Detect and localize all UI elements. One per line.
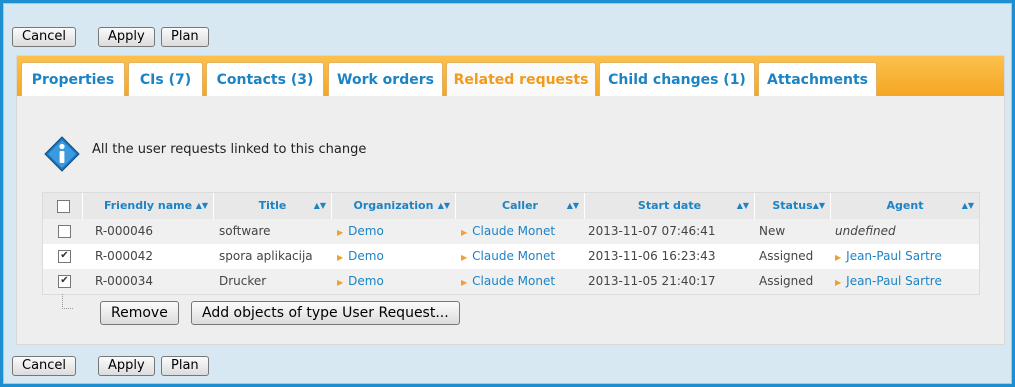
cell-status: New — [759, 224, 786, 238]
tab-work-orders[interactable]: Work orders — [328, 62, 443, 96]
cell-friendly-name: R-000046 — [95, 224, 153, 238]
sort-icon: ▲▼ — [812, 201, 825, 210]
add-user-request-button[interactable]: Add objects of type User Request... — [191, 301, 460, 325]
column-header-status[interactable]: Status ▲▼ — [755, 193, 831, 219]
row-checkbox[interactable]: ✔ — [58, 250, 71, 263]
caller-link[interactable]: ▶ Claude Monet — [461, 244, 555, 269]
link-arrow-icon: ▶ — [461, 253, 468, 262]
cancel-button-top[interactable]: Cancel — [12, 27, 77, 47]
cell-friendly-name: R-000042 — [95, 249, 153, 263]
window-frame: Cancel Apply Plan Properties CIs (7) Con… — [3, 3, 1012, 384]
apply-button-bottom[interactable]: Apply — [98, 356, 155, 376]
cell-title: software — [219, 224, 271, 238]
link-arrow-icon: ▶ — [337, 253, 344, 262]
caller-link[interactable]: ▶ Claude Monet — [461, 219, 555, 244]
organization-link[interactable]: ▶ Demo — [337, 244, 384, 269]
column-header-agent[interactable]: Agent ▲▼ — [831, 193, 979, 219]
column-header-caller[interactable]: Caller ▲▼ — [456, 193, 585, 219]
tab-properties[interactable]: Properties — [21, 62, 125, 96]
caller-link[interactable]: ▶ Claude Monet — [461, 269, 555, 294]
cell-title: Drucker — [219, 274, 267, 288]
link-arrow-icon: ▶ — [835, 278, 842, 287]
link-arrow-icon: ▶ — [337, 228, 344, 237]
tab-attachments[interactable]: Attachments — [758, 62, 877, 96]
sort-icon: ▲▼ — [961, 201, 974, 210]
sort-icon: ▲▼ — [566, 201, 579, 210]
related-requests-table: Friendly name ▲▼ Title ▲▼ Organization ▲▼ C… — [42, 192, 980, 295]
remove-button[interactable]: Remove — [100, 301, 179, 325]
table-row: ✔ R-000042 spora aplikacija ▶ Demo ▶ Claud… — [43, 244, 979, 269]
sort-icon: ▲▼ — [736, 201, 749, 210]
column-header-organization[interactable]: Organization ▲▼ — [332, 193, 456, 219]
link-arrow-icon: ▶ — [835, 253, 842, 262]
sort-icon: ▲▼ — [313, 201, 326, 210]
tab-cis[interactable]: CIs (7) — [128, 62, 203, 96]
tab-contacts[interactable]: Contacts (3) — [206, 62, 324, 96]
cell-title: spora aplikacija — [219, 249, 313, 263]
cell-friendly-name: R-000034 — [95, 274, 153, 288]
cell-start-date: 2013-11-05 21:40:17 — [588, 274, 716, 288]
link-arrow-icon: ▶ — [461, 278, 468, 287]
tree-connector — [62, 294, 73, 309]
tab-child-changes[interactable]: Child changes (1) — [599, 62, 755, 96]
column-header-friendly-name[interactable]: Friendly name ▲▼ — [83, 193, 214, 219]
info-message: All the user requests linked to this cha… — [92, 142, 367, 157]
agent-link[interactable]: ▶ Jean-Paul Sartre — [835, 244, 942, 269]
tab-related-requests[interactable]: Related requests — [446, 62, 596, 96]
cell-status: Assigned — [759, 274, 814, 288]
header-select-all — [43, 193, 83, 219]
select-all-checkbox[interactable] — [57, 200, 70, 213]
link-arrow-icon: ▶ — [337, 278, 344, 287]
column-header-start-date[interactable]: Start date ▲▼ — [585, 193, 755, 219]
cell-start-date: 2013-11-07 07:46:41 — [588, 224, 716, 238]
agent-link[interactable]: ▶ Jean-Paul Sartre — [835, 269, 942, 294]
column-header-title[interactable]: Title ▲▼ — [214, 193, 332, 219]
plan-button-bottom[interactable]: Plan — [161, 356, 209, 376]
cell-start-date: 2013-11-06 16:23:43 — [588, 249, 716, 263]
cell-status: Assigned — [759, 249, 814, 263]
link-arrow-icon: ▶ — [461, 228, 468, 237]
tab-bar: Properties CIs (7) Contacts (3) Work ord… — [17, 56, 1004, 96]
sort-icon: ▲▼ — [437, 201, 450, 210]
row-checkbox[interactable] — [58, 225, 71, 238]
row-checkbox[interactable]: ✔ — [58, 275, 71, 288]
info-icon — [44, 136, 80, 172]
apply-button-top[interactable]: Apply — [98, 27, 155, 47]
cancel-button-bottom[interactable]: Cancel — [12, 356, 77, 376]
organization-link[interactable]: ▶ Demo — [337, 219, 384, 244]
sort-icon: ▲▼ — [195, 201, 208, 210]
cell-agent: undefined — [835, 224, 896, 238]
tab-panel: Properties CIs (7) Contacts (3) Work ord… — [16, 55, 1005, 345]
table-row: ✔ R-000034 Drucker ▶ Demo ▶ Claude Monet 2… — [43, 269, 979, 294]
plan-button-top[interactable]: Plan — [161, 27, 209, 47]
organization-link[interactable]: ▶ Demo — [337, 269, 384, 294]
table-row: R-000046 software ▶ Demo ▶ Claude Monet 20… — [43, 219, 979, 244]
